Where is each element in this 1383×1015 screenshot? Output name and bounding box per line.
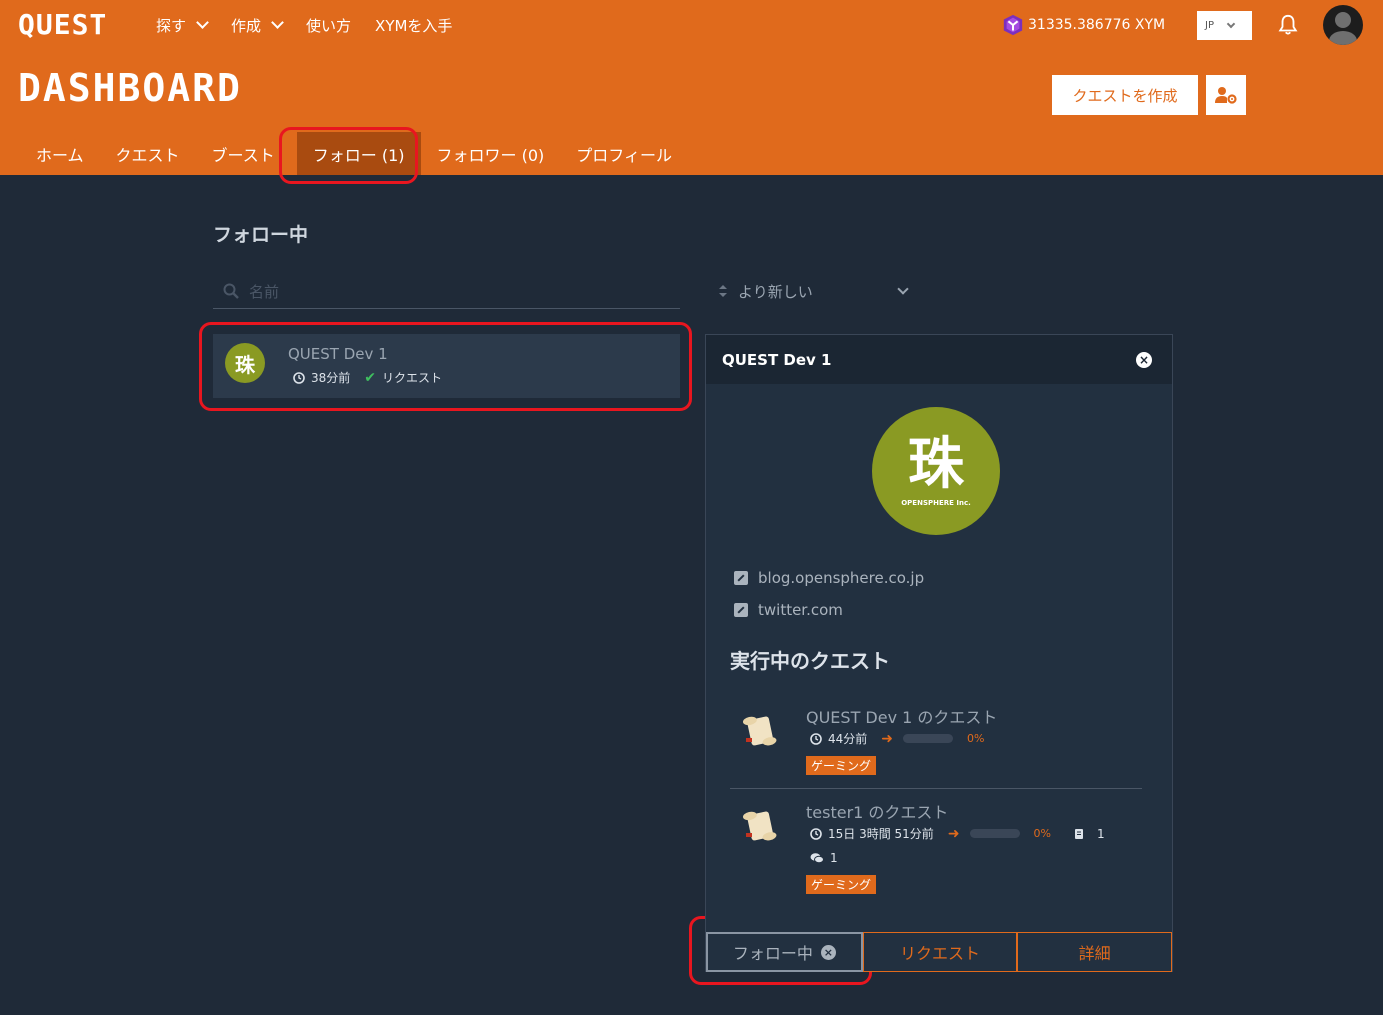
divider bbox=[730, 788, 1142, 789]
profile-avatar: 珠 OPENSPHERE Inc. bbox=[872, 407, 1000, 535]
comment-count: 1 bbox=[830, 851, 838, 865]
list-item-status: リクエスト bbox=[382, 371, 443, 385]
balance-amount: 31335.386776 XYM bbox=[1028, 17, 1166, 33]
sort-icon bbox=[719, 285, 727, 297]
panel-header: QUEST Dev 1 × bbox=[706, 335, 1172, 384]
list-item-name: QUEST Dev 1 bbox=[288, 345, 388, 363]
nav-howto-label: 使い方 bbox=[306, 16, 352, 35]
link-text: blog.opensphere.co.jp bbox=[758, 569, 925, 587]
clock-icon bbox=[810, 732, 822, 745]
tab-quests[interactable]: クエスト bbox=[100, 132, 196, 175]
following-title: フォロー中 bbox=[213, 224, 309, 246]
user-avatar[interactable] bbox=[1323, 5, 1363, 45]
scroll-icon bbox=[742, 716, 777, 746]
link-text: twitter.com bbox=[758, 601, 843, 619]
quest-meta: 44分前 ➜ 0% bbox=[810, 730, 984, 747]
nav-create-label: 作成 bbox=[231, 16, 262, 35]
chevron-down-icon bbox=[196, 16, 209, 29]
nav-get-xym-label: XYMを入手 bbox=[375, 16, 453, 35]
category-tag[interactable]: ゲーミング bbox=[806, 756, 877, 775]
profile-detail-panel: QUEST Dev 1 × 珠 OPENSPHERE Inc. blog.ope… bbox=[705, 334, 1173, 972]
sort-select[interactable]: より新しい bbox=[718, 276, 913, 306]
page-title: DASHBOARD bbox=[18, 66, 242, 110]
list-item-time: 38分前 bbox=[311, 371, 351, 385]
active-quests-title: 実行中のクエスト bbox=[730, 649, 890, 673]
quest-time: 15日 3時間 51分前 bbox=[828, 827, 934, 841]
external-link-icon bbox=[734, 571, 748, 585]
close-icon[interactable]: × bbox=[1136, 352, 1152, 368]
quest-name: tester1 のクエスト bbox=[806, 803, 949, 822]
sort-value: より新しい bbox=[738, 282, 813, 301]
progress-bar bbox=[903, 734, 954, 743]
request-button[interactable]: リクエスト bbox=[862, 932, 1018, 972]
arrow-right-icon: ➜ bbox=[881, 730, 894, 747]
check-icon: ✔ bbox=[364, 369, 377, 386]
arrow-right-icon: ➜ bbox=[947, 825, 960, 842]
avatar-logo-glyph: 珠 bbox=[908, 432, 964, 497]
avatar: 珠 bbox=[225, 343, 265, 383]
panel-actions: フォロー中 × リクエスト 詳細 bbox=[706, 932, 1173, 972]
scroll-icon bbox=[742, 811, 777, 841]
nav-explore[interactable]: 探す bbox=[156, 14, 209, 36]
chevron-down-icon bbox=[897, 283, 909, 295]
tab-home[interactable]: ホーム bbox=[20, 132, 100, 175]
language-value: JP bbox=[1205, 20, 1214, 31]
quest-name: QUEST Dev 1 のクエスト bbox=[806, 708, 998, 727]
quest-item[interactable]: tester1 のクエスト 15日 3時間 51分前 ➜ 0% 1 1 ゲーミン… bbox=[730, 799, 1142, 899]
progress-percent: 0% bbox=[1033, 827, 1051, 840]
quest-item[interactable]: QUEST Dev 1 のクエスト 44分前 ➜ 0% ゲーミング bbox=[730, 704, 1142, 775]
nav-explore-label: 探す bbox=[156, 16, 187, 35]
highlight-following-tab bbox=[279, 127, 418, 184]
nav-howto[interactable]: 使い方 bbox=[306, 14, 351, 36]
tab-boost[interactable]: ブースト bbox=[196, 132, 291, 175]
account-settings-button[interactable] bbox=[1206, 75, 1246, 115]
chevron-down-icon bbox=[271, 16, 284, 29]
panel-title: QUEST Dev 1 bbox=[722, 350, 832, 369]
list-item-meta: 38分前 ✔ リクエスト bbox=[293, 369, 442, 386]
document-icon bbox=[1075, 828, 1083, 839]
clock-icon bbox=[810, 827, 822, 840]
search-input[interactable]: 名前 bbox=[213, 274, 680, 309]
document-count: 1 bbox=[1097, 826, 1105, 841]
nav-get-xym[interactable]: XYMを入手 bbox=[375, 14, 452, 36]
following-button-label: フォロー中 bbox=[732, 944, 813, 963]
chevron-down-icon bbox=[1226, 19, 1236, 29]
language-select[interactable]: JP bbox=[1197, 11, 1252, 40]
comments-icon bbox=[810, 853, 824, 864]
quest-meta: 15日 3時間 51分前 ➜ 0% 1 bbox=[810, 825, 1105, 842]
category-tag[interactable]: ゲーミング bbox=[806, 875, 877, 894]
details-button[interactable]: 詳細 bbox=[1017, 932, 1173, 972]
profile-link-twitter[interactable]: twitter.com bbox=[734, 601, 843, 619]
search-icon bbox=[223, 283, 239, 299]
user-cog-icon bbox=[1215, 87, 1237, 104]
progress-percent: 0% bbox=[967, 732, 985, 745]
avatar-brand: OPENSPHERE Inc. bbox=[901, 499, 971, 507]
nav-create[interactable]: 作成 bbox=[231, 14, 284, 36]
bell-icon[interactable] bbox=[1277, 13, 1299, 37]
quest-time: 44分前 bbox=[828, 732, 868, 746]
search-placeholder: 名前 bbox=[249, 282, 280, 301]
clock-icon bbox=[293, 371, 305, 384]
user-silhouette-icon bbox=[1329, 12, 1357, 45]
external-link-icon bbox=[734, 603, 748, 617]
tab-followers[interactable]: フォロワー (0) bbox=[421, 132, 561, 175]
progress-bar bbox=[969, 829, 1020, 838]
create-quest-button[interactable]: クエストを作成 bbox=[1052, 75, 1198, 115]
top-nav: 探す 作成 使い方 XYMを入手 bbox=[156, 14, 452, 36]
app-logo[interactable]: QUEST bbox=[18, 8, 107, 41]
tab-profile[interactable]: プロフィール bbox=[560, 132, 688, 175]
top-header: QUEST 探す 作成 使い方 XYMを入手 31335.386776 XYM … bbox=[0, 0, 1383, 175]
list-item[interactable]: 珠 QUEST Dev 1 38分前 ✔ リクエスト bbox=[213, 334, 680, 398]
profile-link-blog[interactable]: blog.opensphere.co.jp bbox=[734, 569, 924, 587]
wallet-balance[interactable]: 31335.386776 XYM bbox=[1002, 14, 1165, 36]
symbol-logo-icon bbox=[1003, 14, 1023, 36]
following-button[interactable]: フォロー中 × bbox=[706, 932, 863, 972]
quest-meta-comments: 1 bbox=[810, 851, 838, 865]
close-circle-icon: × bbox=[820, 944, 836, 960]
